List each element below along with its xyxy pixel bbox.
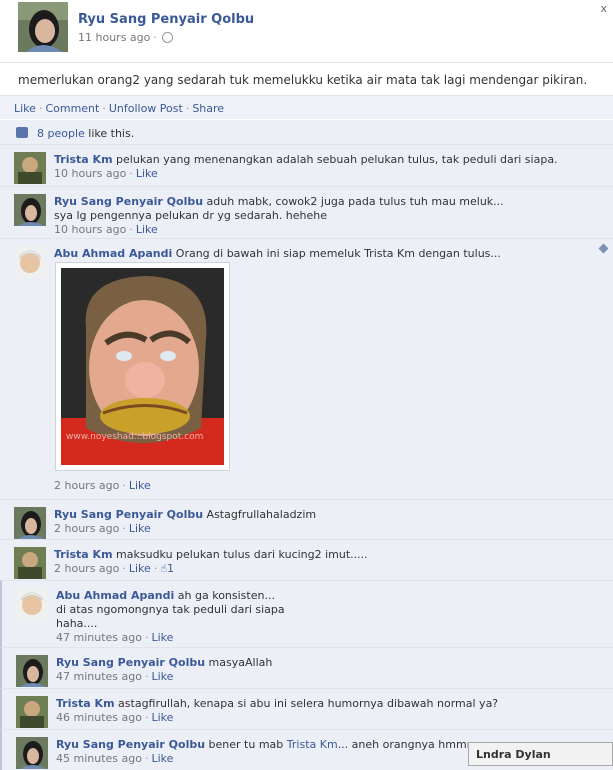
- comment-text: bener tu mab: [208, 738, 284, 751]
- avatar[interactable]: [14, 152, 46, 184]
- comment-text: pelukan yang menenangkan adalah sebuah p…: [116, 153, 558, 166]
- chat-tab[interactable]: Lndra Dylan: [468, 742, 613, 766]
- comment-text-line: haha....: [56, 617, 98, 630]
- avatar[interactable]: [16, 588, 48, 620]
- avatar[interactable]: [14, 194, 46, 226]
- commenter-name[interactable]: Ryu Sang Penyair Qolbu: [54, 195, 203, 208]
- post-time-text[interactable]: 11 hours ago: [78, 31, 150, 44]
- avatar[interactable]: [14, 547, 46, 579]
- commenter-name[interactable]: Trista Km: [54, 153, 113, 166]
- likes-suffix: like this.: [88, 127, 135, 140]
- comment-link[interactable]: Comment: [45, 102, 99, 115]
- comment-time[interactable]: 47 minutes ago: [56, 631, 142, 644]
- globe-icon: [161, 31, 173, 43]
- comment-like-link[interactable]: Like: [129, 479, 151, 492]
- comment-time[interactable]: 46 minutes ago: [56, 711, 142, 724]
- thumbs-up-icon: [16, 127, 28, 138]
- comment: Ryu Sang Penyair Qolbu aduh mabk, cowok2…: [0, 186, 613, 239]
- comment: Ryu Sang Penyair Qolbu Astagfrullahaladz…: [0, 499, 613, 540]
- chat-contact-name: Lndra Dylan: [476, 748, 551, 761]
- comment-time[interactable]: 2 hours ago: [54, 522, 119, 535]
- comment-like-link[interactable]: Like: [151, 670, 173, 683]
- avatar[interactable]: [16, 696, 48, 728]
- divider: [0, 62, 613, 63]
- comment-like-link[interactable]: Like: [151, 711, 173, 724]
- likers-link[interactable]: 8 people: [37, 127, 85, 140]
- comment-text-tail: ... aneh orangnya hmmm: [337, 738, 478, 751]
- comment-text: ah ga konsisten...: [177, 589, 275, 602]
- comment-like-link[interactable]: Like: [136, 167, 158, 180]
- commenter-name[interactable]: Trista Km: [56, 697, 115, 710]
- post-actions-bar: Like · Comment · Unfollow Post · Share: [0, 95, 613, 120]
- poster-name[interactable]: Ryu Sang Penyair Qolbu: [78, 12, 254, 27]
- comment: Trista Km maksudku pelukan tulus dari ku…: [0, 539, 613, 581]
- comment-text: Astagfrullahaladzim: [206, 508, 317, 521]
- comment-text: masyaAllah: [208, 656, 273, 669]
- commenter-name[interactable]: Abu Ahmad Apandi: [56, 589, 174, 602]
- post-timestamp: 11 hours ago ·: [78, 31, 173, 44]
- avatar[interactable]: [18, 2, 68, 52]
- comment: Trista Km pelukan yang menenangkan adala…: [0, 144, 613, 187]
- mention-link[interactable]: Trista Km: [287, 738, 338, 751]
- comment: Abu Ahmad Apandi ah ga konsisten... di a…: [0, 580, 613, 648]
- comment-time[interactable]: 10 hours ago: [54, 223, 126, 236]
- comment-text: astagfirullah, kenapa si abu ini selera …: [118, 697, 499, 710]
- comment-like-count[interactable]: ☝1: [160, 562, 174, 575]
- comment-text: maksudku pelukan tulus dari kucing2 imut…: [116, 548, 368, 561]
- comment: Trista Km astagfirullah, kenapa si abu i…: [0, 688, 613, 730]
- comment-time[interactable]: 47 minutes ago: [56, 670, 142, 683]
- comment-time[interactable]: 2 hours ago: [54, 479, 119, 492]
- comment-like-link[interactable]: Like: [151, 631, 173, 644]
- post-text: memerlukan orang2 yang sedarah tuk memel…: [18, 73, 588, 87]
- commenter-name[interactable]: Ryu Sang Penyair Qolbu: [54, 508, 203, 521]
- comment-like-link[interactable]: Like: [129, 522, 151, 535]
- commenter-name[interactable]: Abu Ahmad Apandi: [54, 247, 172, 260]
- like-count-text: 1: [167, 562, 175, 575]
- comment-like-link[interactable]: Like: [136, 223, 158, 236]
- thumbs-up-icon: ☝: [160, 562, 168, 575]
- comment: Ryu Sang Penyair Qolbu masyaAllah 47 min…: [0, 647, 613, 689]
- comment-text-line: sya lg pengennya pelukan dr yg sedarah. …: [54, 209, 327, 222]
- comment-time[interactable]: 45 minutes ago: [56, 752, 142, 765]
- commenter-name[interactable]: Trista Km: [54, 548, 113, 561]
- comment-time[interactable]: 10 hours ago: [54, 167, 126, 180]
- comment-like-link[interactable]: Like: [129, 562, 151, 575]
- comment-time[interactable]: 2 hours ago: [54, 562, 119, 575]
- comment-photo[interactable]: www.noyeshad...blogspot.com: [55, 262, 230, 471]
- commenter-name[interactable]: Ryu Sang Penyair Qolbu: [56, 738, 205, 751]
- comment-text-line: di atas ngomongnya tak peduli dari siapa: [56, 603, 285, 616]
- post-header: Ryu Sang Penyair Qolbu 11 hours ago ·: [18, 2, 608, 62]
- photo-watermark: www.noyeshad...blogspot.com: [66, 432, 203, 442]
- unfollow-post-link[interactable]: Unfollow Post: [109, 102, 183, 115]
- avatar[interactable]: [16, 655, 48, 687]
- like-link[interactable]: Like: [14, 102, 36, 115]
- avatar[interactable]: [16, 737, 48, 769]
- share-link[interactable]: Share: [192, 102, 224, 115]
- comment-text: Orang di bawah ini siap memeluk Trista K…: [175, 247, 501, 260]
- likes-summary: 8 people like this.: [0, 119, 613, 144]
- commenter-name[interactable]: Ryu Sang Penyair Qolbu: [56, 656, 205, 669]
- avatar[interactable]: [14, 246, 46, 278]
- comment-like-link[interactable]: Like: [151, 752, 173, 765]
- avatar[interactable]: [14, 507, 46, 539]
- comment-text: aduh mabk, cowok2 juga pada tulus tuh ma…: [206, 195, 504, 208]
